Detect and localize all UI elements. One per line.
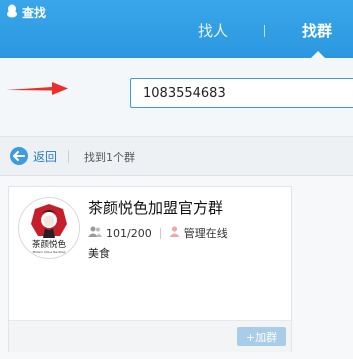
svg-text:Modern China Tea Shop: Modern China Tea Shop [33, 250, 66, 254]
results-list: 茶颜悦色 Modern China Tea Shop 茶颜悦色加盟官方群 101… [0, 176, 353, 359]
tab-find-groups[interactable]: 找群 [302, 20, 332, 41]
group-name[interactable]: 茶颜悦色加盟官方群 [88, 197, 223, 218]
active-tab-indicator [311, 51, 325, 58]
back-button[interactable]: 返回 [10, 147, 57, 165]
member-count: 101/200 [106, 226, 152, 240]
search-input[interactable] [130, 78, 353, 108]
admin-status: 管理在线 [183, 227, 228, 240]
meta-divider [159, 227, 161, 239]
app-title: 查找 [6, 4, 46, 21]
avatar-logo-text: 茶颜悦色 [32, 239, 67, 250]
group-avatar[interactable]: 茶颜悦色 Modern China Tea Shop [18, 197, 80, 259]
back-arrow-icon [10, 147, 28, 165]
red-arrow-annotation [6, 78, 70, 104]
back-label: 返回 [33, 149, 58, 164]
title-bar: 查找 找人 找群 [0, 0, 353, 58]
window-title: 查找 [22, 6, 47, 20]
tab-divider [264, 25, 265, 37]
result-count: 找到1个群 [84, 151, 135, 164]
search-area [0, 58, 353, 137]
tab-find-people[interactable]: 找人 [198, 20, 228, 41]
admin-icon [169, 226, 184, 240]
nav-divider [68, 150, 69, 163]
join-group-button[interactable]: +加群 [237, 327, 286, 346]
members-icon [88, 226, 106, 240]
group-card[interactable]: 茶颜悦色 Modern China Tea Shop 茶颜悦色加盟官方群 101… [8, 186, 292, 352]
results-nav-bar: 返回 找到1个群 [0, 137, 353, 176]
qq-penguin-icon [6, 4, 22, 21]
group-category: 美食 [88, 247, 110, 260]
card-footer: +加群 [9, 320, 291, 352]
group-meta: 101/200 管理在线 [88, 225, 228, 241]
